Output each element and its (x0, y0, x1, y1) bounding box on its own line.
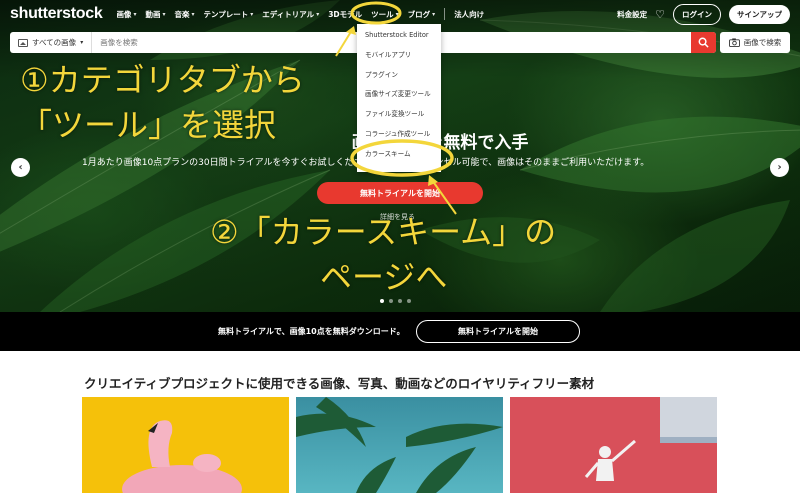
flamingo-image (122, 420, 242, 493)
menu-item-mobile-app[interactable]: モバイルアプリ (365, 50, 441, 70)
image-card[interactable] (296, 397, 503, 493)
shutterstock-logo[interactable]: shutterstock (10, 5, 103, 23)
menu-item-file-converter[interactable]: ファイル変換ツール (365, 109, 441, 129)
menu-item-color-scheme[interactable]: カラースキーム (365, 149, 441, 169)
media-type-select[interactable]: すべての画像 ▾ (10, 32, 93, 53)
tools-dropdown-menu: Shutterstock Editor モバイルアプリ プラグイン 画像サイズ変… (357, 24, 441, 172)
signup-button[interactable]: サインアップ (729, 5, 790, 24)
promo-trial-button[interactable]: 無料トライアルを開始 (416, 320, 580, 343)
dancer-image (584, 397, 717, 481)
image-icon (18, 38, 28, 47)
annotation-step-2: ②「カラースキーム」の ページへ (210, 213, 557, 296)
nav-tab-tools[interactable]: ツール ▾ (371, 9, 399, 20)
menu-item-image-resizer[interactable]: 画像サイズ変更ツール (365, 89, 441, 109)
start-trial-button[interactable]: 無料トライアルを開始 (317, 182, 483, 204)
carousel-prev-button[interactable]: ‹ (11, 158, 30, 177)
nav-tab-3d-models[interactable]: 3Dモデル (328, 9, 362, 20)
menu-item-shutterstock-editor[interactable]: Shutterstock Editor (365, 30, 441, 50)
palm-trees-image (296, 397, 503, 493)
login-button[interactable]: ログイン (673, 4, 721, 25)
pricing-link[interactable]: 料金設定 (617, 9, 647, 20)
search-button[interactable] (691, 32, 716, 53)
chevron-left-icon: ‹ (18, 162, 23, 173)
chevron-down-icon: ▾ (316, 10, 320, 18)
account-actions: 料金設定 ♡ ログイン サインアップ (617, 4, 790, 25)
promo-text: 無料トライアルで、画像10点を無料ダウンロード。 (218, 327, 405, 336)
carousel-dot[interactable] (398, 299, 402, 303)
carousel-dot[interactable] (407, 299, 411, 303)
chevron-down-icon: ▾ (80, 39, 84, 46)
carousel-dot[interactable] (389, 299, 393, 303)
heart-icon[interactable]: ♡ (655, 8, 665, 21)
section-title: クリエイティブプロジェクトに使用できる画像、写真、動画などのロイヤリティフリー素… (84, 376, 595, 391)
chevron-down-icon: ▾ (162, 10, 166, 18)
nav-tab-editorial[interactable]: エディトリアル ▾ (262, 9, 319, 20)
promo-bar: 無料トライアルで、画像10点を無料ダウンロード。 無料トライアルを開始 (0, 312, 800, 351)
image-card[interactable] (82, 397, 289, 493)
chevron-down-icon: ▾ (191, 10, 195, 18)
nav-tab-images[interactable]: 画像 ▾ (116, 9, 136, 20)
category-tabs: 画像 ▾ 動画 ▾ 音楽 ▾ テンプレート ▾ エディトリアル ▾ 3Dモデル ツール ▾ … (116, 8, 484, 20)
search-icon (698, 37, 709, 48)
carousel-dots (380, 299, 411, 303)
menu-item-plugins[interactable]: プラグイン (365, 70, 441, 90)
nav-tab-blog[interactable]: ブログ ▾ (408, 9, 436, 20)
nav-divider (444, 8, 446, 20)
chevron-down-icon: ▾ (395, 10, 399, 18)
carousel-next-button[interactable]: › (770, 158, 789, 177)
chevron-down-icon: ▾ (250, 10, 254, 18)
chevron-down-icon: ▾ (432, 10, 436, 18)
chevron-right-icon: › (777, 162, 782, 173)
camera-icon (728, 38, 740, 47)
nav-tab-templates[interactable]: テンプレート ▾ (203, 9, 253, 20)
carousel-dot[interactable] (380, 299, 384, 303)
image-card[interactable] (510, 397, 717, 493)
nav-tab-music[interactable]: 音楽 ▾ (174, 9, 194, 20)
nav-tab-video[interactable]: 動画 ▾ (145, 9, 165, 20)
image-search-button[interactable]: 画像で検索 (720, 32, 790, 53)
menu-item-collage-maker[interactable]: コラージュ作成ツール (365, 129, 441, 149)
annotation-step-1: ①カテゴリタブから 「ツール」を選択 (20, 61, 305, 144)
nav-tab-enterprise[interactable]: 法人向け (454, 9, 484, 20)
chevron-down-icon: ▾ (133, 10, 137, 18)
